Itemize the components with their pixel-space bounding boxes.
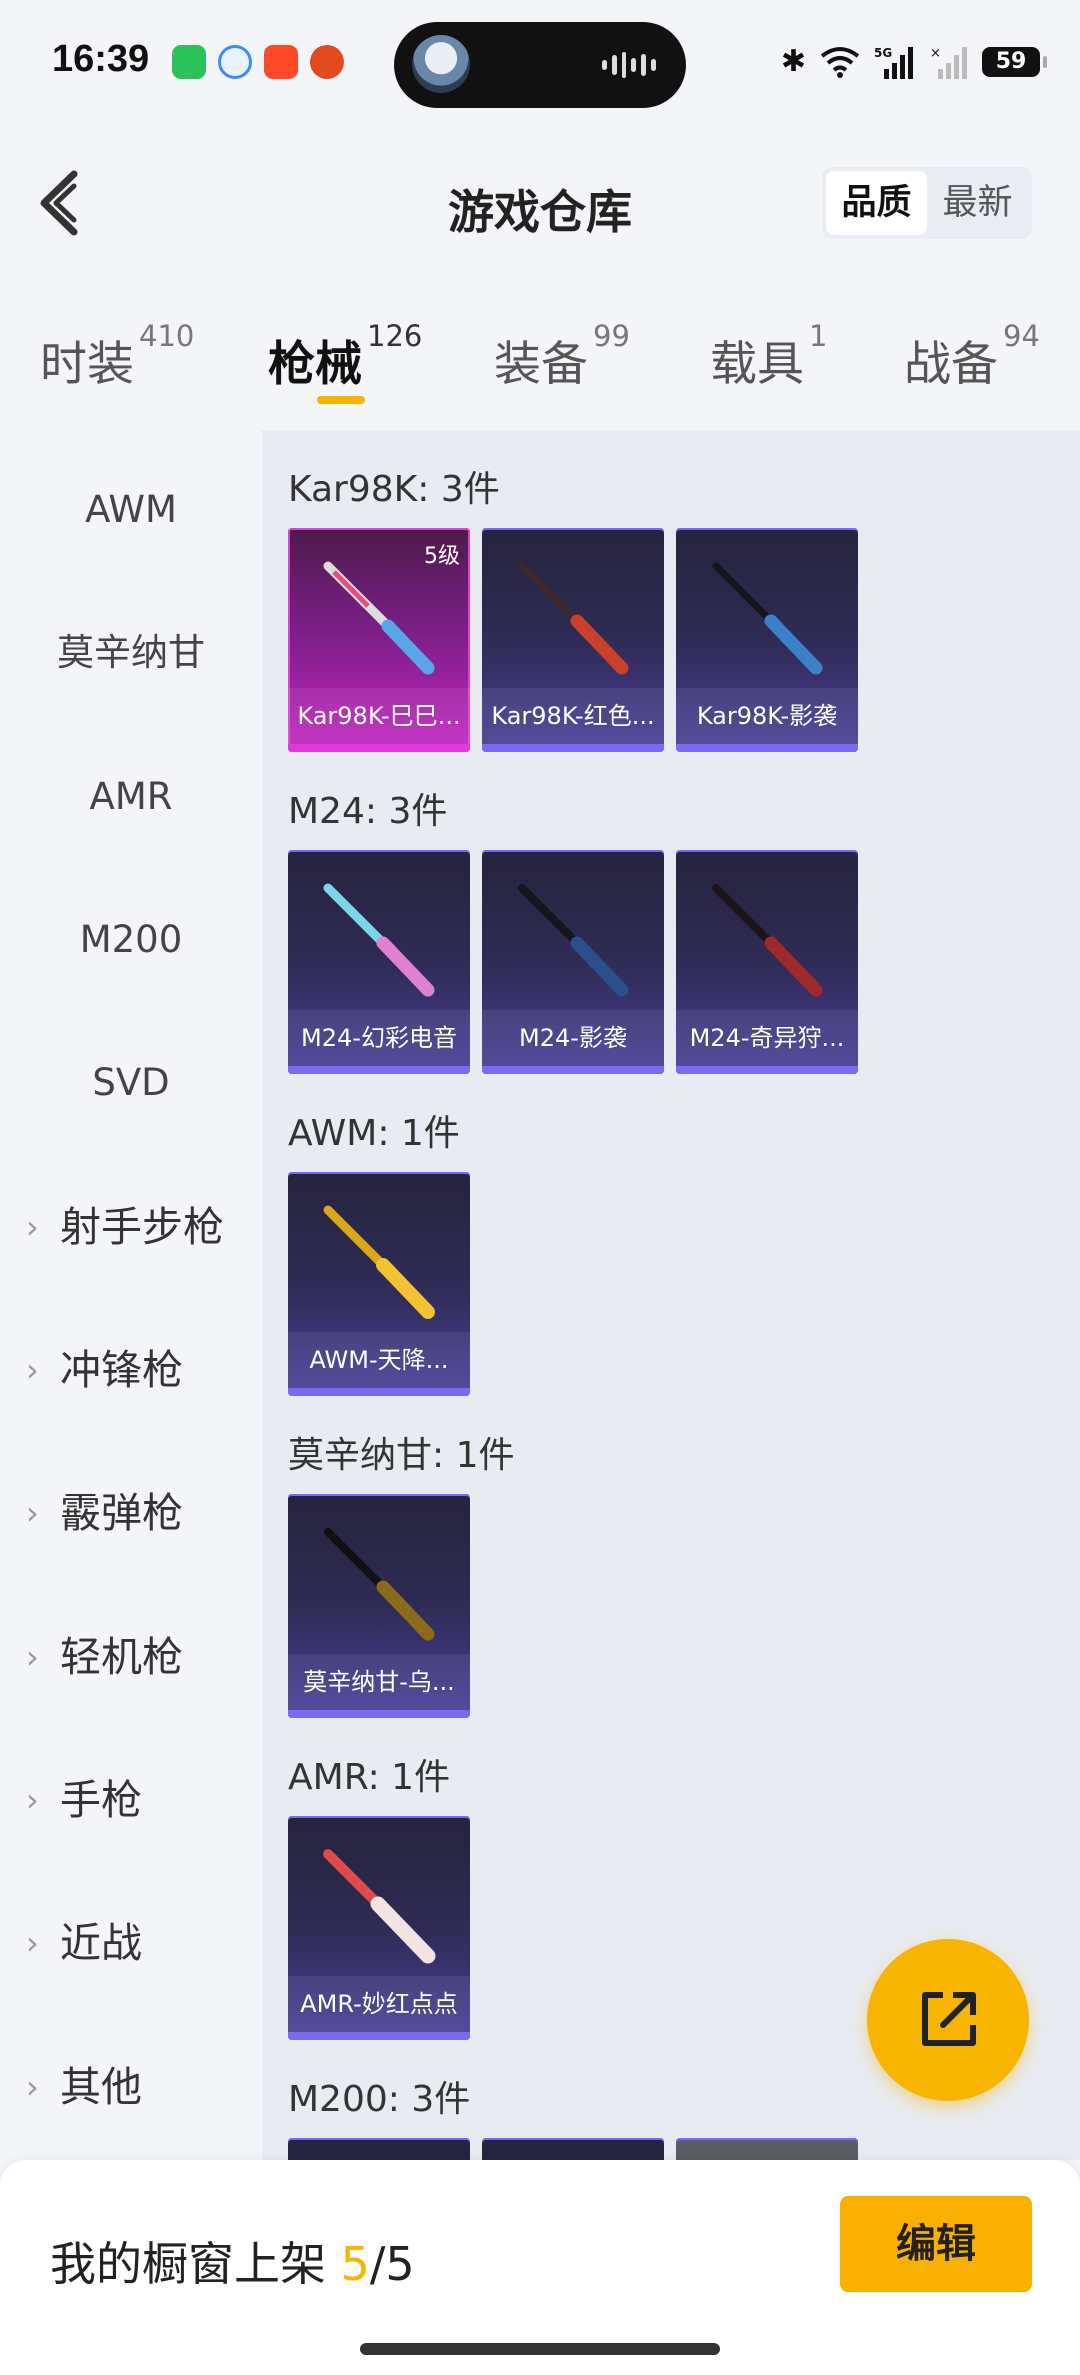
weapon-grid: Kar98K: 3件 5级 Kar98K-巳巳... Kar98K-红色... … (262, 430, 1080, 2160)
tab-vehicles[interactable]: 载具1 (710, 319, 827, 394)
tab-outfits[interactable]: 时装410 (40, 319, 194, 394)
rifle-icon (324, 1528, 435, 1641)
game-app-icon (310, 45, 344, 79)
rifle-icon (712, 884, 823, 997)
sort-toggle[interactable]: 品质 最新 (822, 167, 1032, 239)
weapon-name: M24-影袭 (482, 1010, 664, 1066)
weapon-card[interactable] (482, 2138, 664, 2160)
audio-wave-icon (602, 52, 656, 78)
chevron-right-icon: › (26, 1781, 39, 1819)
rifle-icon (712, 562, 823, 675)
sidebar-category-melee[interactable]: › 近战 (0, 1903, 262, 1983)
sort-newest-button[interactable]: 最新 (927, 171, 1028, 235)
weapon-card[interactable] (288, 2138, 470, 2160)
svg-text:5G: 5G (874, 46, 892, 60)
edit-button[interactable]: 编辑 (840, 2196, 1032, 2292)
weapon-name: Kar98K-巳巳... (288, 688, 470, 744)
rifle-icon (323, 883, 435, 997)
section-title: M200: 3件 (288, 2079, 471, 2120)
sidebar-category-other[interactable]: › 其他 (0, 2047, 262, 2127)
weapon-name: Kar98K-红色... (482, 688, 664, 744)
rifle-icon (323, 1205, 435, 1319)
category-tabs: 时装410 枪械126 装备99 载具1 战备94 (0, 319, 1080, 405)
signal-weak-icon: × (930, 46, 967, 79)
section-title: M24: 3件 (288, 791, 448, 832)
sidebar-category-pistol[interactable]: › 手枪 (0, 1760, 262, 1840)
status-time: 16:39 (52, 38, 150, 80)
sidebar-item-amr[interactable]: AMR (0, 757, 262, 837)
share-icon (922, 1992, 976, 2046)
weapon-card[interactable]: M24-影袭 (482, 850, 664, 1074)
weapon-name: AWM-天降... (288, 1332, 470, 1388)
chevron-right-icon: › (26, 1351, 39, 1389)
sort-quality-button[interactable]: 品质 (826, 171, 927, 235)
battery-icon: 59 (982, 46, 1047, 77)
rifle-icon (518, 562, 629, 675)
weapon-name: M24-奇异狩... (676, 1010, 858, 1066)
weapon-card[interactable]: M24-幻彩电音 (288, 850, 470, 1074)
home-indicator[interactable] (360, 2343, 720, 2355)
share-fab[interactable] (867, 1939, 1029, 2101)
wechat-icon (172, 45, 206, 79)
weapon-name: M24-幻彩电音 (288, 1010, 470, 1066)
signal-5g-icon: 5G (874, 46, 913, 79)
weapon-card[interactable]: AMR-妙红点点 (288, 1816, 470, 2040)
sidebar-category-marksman[interactable]: › 射手步枪 (0, 1187, 262, 1267)
tab-guns[interactable]: 枪械126 (268, 319, 422, 394)
weapon-name: AMR-妙红点点 (288, 1976, 470, 2032)
video-app-icon (264, 45, 298, 79)
section-title: AMR: 1件 (288, 1757, 451, 1798)
chevron-right-icon: › (26, 1924, 39, 1962)
weapon-card[interactable]: 莫辛纳甘-乌... (288, 1494, 470, 1718)
level-badge: 5级 (424, 544, 460, 569)
weapon-card[interactable]: AWM-天降... (288, 1172, 470, 1396)
weapon-card[interactable]: M24-奇异狩... (676, 850, 858, 1074)
chevron-right-icon: › (26, 1208, 39, 1246)
weapon-card[interactable] (676, 2138, 858, 2160)
showcase-status: 我的橱窗上架 5/5 (50, 2237, 415, 2291)
sidebar-category-smg[interactable]: › 冲锋枪 (0, 1330, 262, 1410)
weapon-name: 莫辛纳甘-乌... (288, 1654, 470, 1710)
weapon-name: Kar98K-影袭 (676, 688, 858, 744)
sidebar-item-awm[interactable]: AWM (0, 470, 262, 550)
weapon-card[interactable]: Kar98K-影袭 (676, 528, 858, 752)
sidebar-category-shotgun[interactable]: › 霰弹枪 (0, 1473, 262, 1553)
rifle-icon (518, 884, 629, 997)
sidebar-category-lmg[interactable]: › 轻机枪 (0, 1617, 262, 1697)
section-title: 莫辛纳甘: 1件 (288, 1435, 515, 1476)
tab-supplies[interactable]: 战备94 (904, 319, 1040, 394)
section-title: AWM: 1件 (288, 1113, 460, 1154)
active-tab-indicator (317, 396, 365, 404)
chevron-right-icon: › (26, 1494, 39, 1532)
bottom-bar: 我的橱窗上架 5/5 编辑 (0, 2160, 1080, 2375)
sidebar-item-m200[interactable]: M200 (0, 900, 262, 980)
bluetooth-icon: ✱ (780, 44, 806, 79)
svg-text:×: × (930, 46, 941, 61)
sidebar-item-mosin[interactable]: 莫辛纳甘 (0, 613, 262, 693)
weapon-card[interactable]: Kar98K-红色... (482, 528, 664, 752)
dynamic-island (394, 22, 686, 108)
chevron-right-icon: › (26, 2068, 39, 2106)
sidebar: AWM 莫辛纳甘 AMR M200 SVD › 射手步枪 › 冲锋枪 › 霰弹枪 › 轻… (0, 430, 262, 2160)
weapon-card[interactable]: 5级 Kar98K-巳巳... (288, 528, 470, 752)
tab-equipment[interactable]: 装备99 (494, 319, 630, 394)
rifle-icon (323, 1849, 436, 1964)
chevron-right-icon: › (26, 1638, 39, 1676)
sidebar-item-svd[interactable]: SVD (0, 1043, 262, 1123)
status-bar: 16:39 ✱ 5G × 59 (0, 0, 1080, 130)
section-title: Kar98K: 3件 (288, 469, 500, 510)
avatar (412, 35, 470, 93)
browser-icon (218, 45, 252, 79)
wifi-icon (820, 46, 860, 78)
